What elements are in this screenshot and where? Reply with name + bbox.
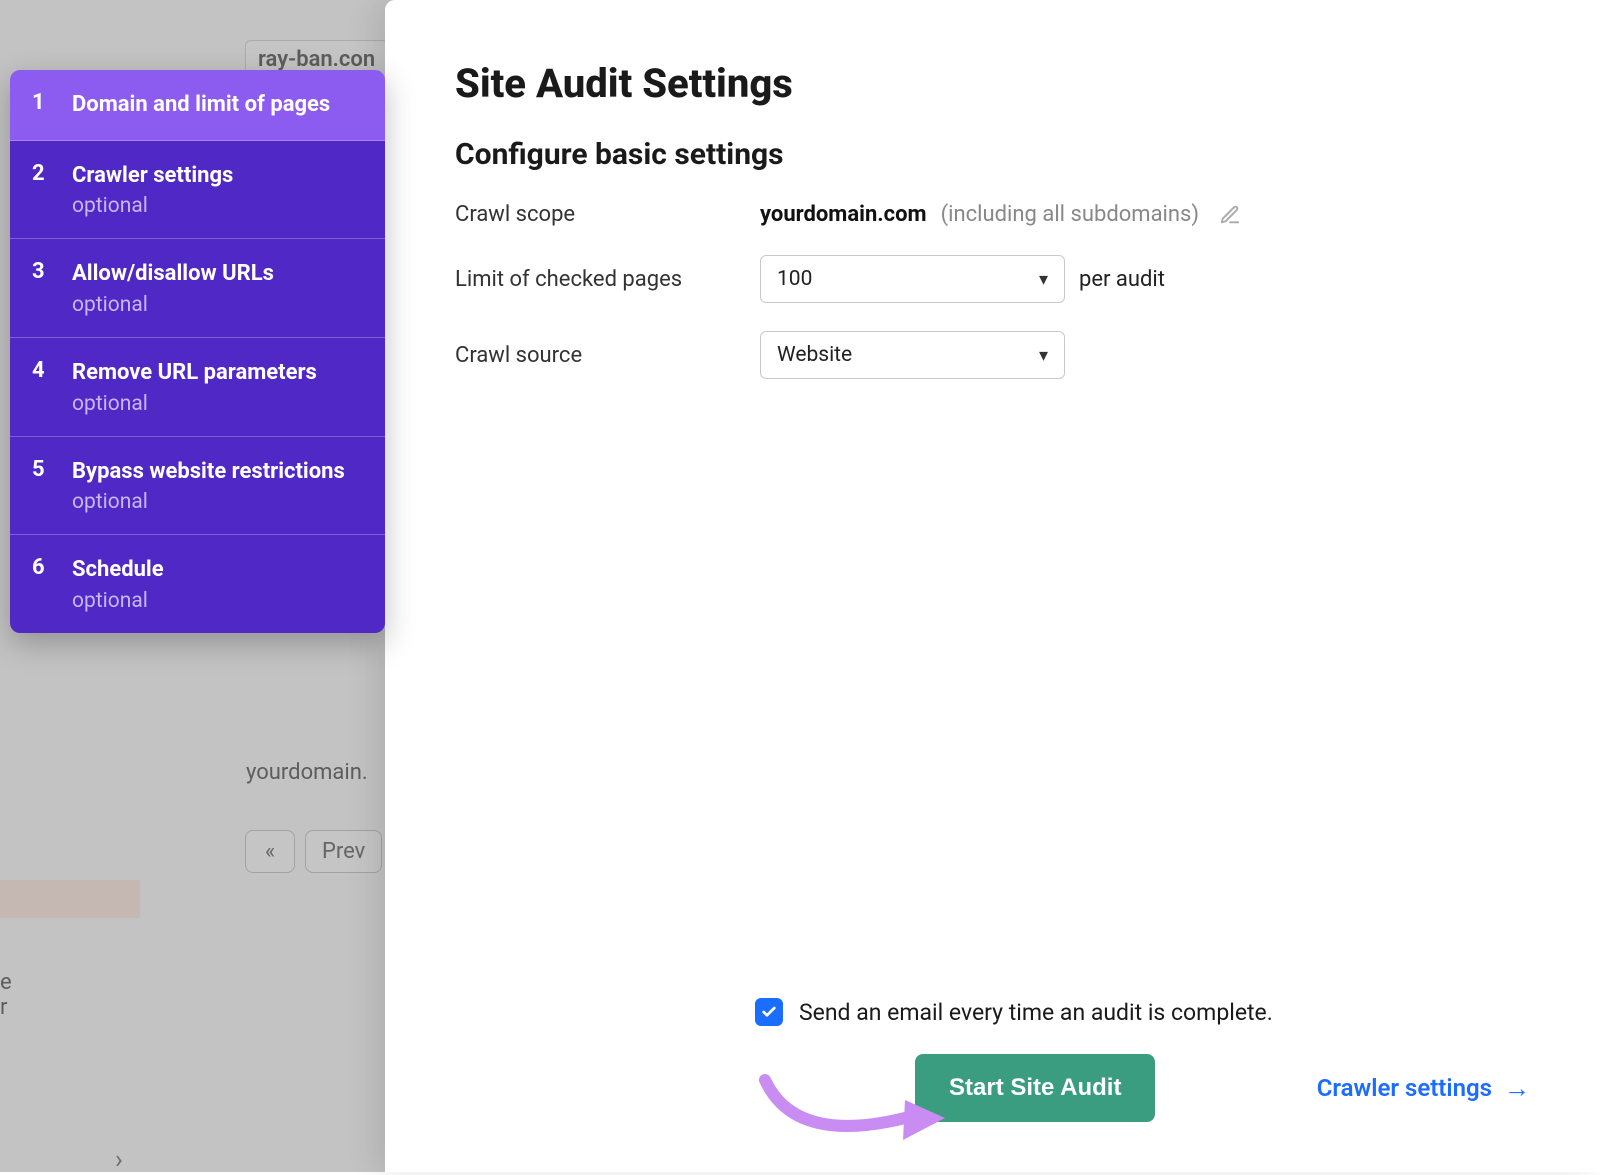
step-optional: optional <box>72 194 363 218</box>
settings-panel: Site Audit Settings Configure basic sett… <box>385 0 1600 1172</box>
step-optional: optional <box>72 392 363 416</box>
crawl-scope-row: Crawl scope yourdomain.com (including al… <box>455 202 1530 227</box>
step-title: Bypass website restrictions <box>72 457 363 487</box>
crawl-source-row: Crawl source Website ▾ <box>455 331 1530 379</box>
start-site-audit-button[interactable]: Start Site Audit <box>915 1054 1155 1122</box>
step-crawler-settings[interactable]: 2 Crawler settings optional <box>10 141 385 240</box>
limit-pages-suffix: per audit <box>1079 267 1165 292</box>
crawl-source-value: Website <box>777 343 852 367</box>
step-title: Schedule <box>72 555 363 585</box>
step-allow-disallow-urls[interactable]: 3 Allow/disallow URLs optional <box>10 239 385 338</box>
limit-pages-row: Limit of checked pages 100 ▾ per audit <box>455 255 1530 303</box>
email-notify-label: Send an email every time an audit is com… <box>799 999 1273 1026</box>
chevron-down-icon: ▾ <box>1039 345 1048 366</box>
step-optional: optional <box>72 490 363 514</box>
step-number: 1 <box>32 90 72 120</box>
step-number: 6 <box>32 555 72 613</box>
step-number: 2 <box>32 161 72 219</box>
crawl-source-label: Crawl source <box>455 343 760 368</box>
step-remove-url-parameters[interactable]: 4 Remove URL parameters optional <box>10 338 385 437</box>
step-schedule[interactable]: 6 Schedule optional <box>10 535 385 633</box>
limit-pages-value: 100 <box>777 267 812 291</box>
wizard-steps: 1 Domain and limit of pages 2 Crawler se… <box>10 70 385 633</box>
step-title: Domain and limit of pages <box>72 90 363 120</box>
crawl-scope-domain: yourdomain.com <box>760 202 927 227</box>
email-notify-row: Send an email every time an audit is com… <box>755 998 1530 1026</box>
panel-footer: Send an email every time an audit is com… <box>455 998 1530 1122</box>
page-title: Site Audit Settings <box>455 60 1530 107</box>
step-title: Allow/disallow URLs <box>72 259 363 289</box>
email-notify-checkbox[interactable] <box>755 998 783 1026</box>
step-number: 3 <box>32 259 72 317</box>
crawl-scope-note: (including all subdomains) <box>941 202 1199 227</box>
crawler-settings-link-label: Crawler settings <box>1317 1074 1492 1102</box>
step-domain-limit[interactable]: 1 Domain and limit of pages <box>10 70 385 141</box>
limit-pages-label: Limit of checked pages <box>455 267 760 292</box>
step-title: Remove URL parameters <box>72 358 363 388</box>
chevron-down-icon: ▾ <box>1039 269 1048 290</box>
edit-icon[interactable] <box>1219 204 1241 226</box>
step-optional: optional <box>72 293 363 317</box>
step-number: 5 <box>32 457 72 515</box>
step-number: 4 <box>32 358 72 416</box>
crawl-scope-label: Crawl scope <box>455 202 760 227</box>
step-optional: optional <box>72 589 363 613</box>
arrow-right-icon: → <box>1504 1073 1530 1104</box>
limit-pages-select[interactable]: 100 ▾ <box>760 255 1065 303</box>
crawler-settings-link[interactable]: Crawler settings → <box>1317 1073 1530 1104</box>
panel-actions: Start Site Audit Crawler settings → <box>455 1054 1530 1122</box>
crawl-source-select[interactable]: Website ▾ <box>760 331 1065 379</box>
section-title: Configure basic settings <box>455 137 1530 172</box>
step-bypass-restrictions[interactable]: 5 Bypass website restrictions optional <box>10 437 385 536</box>
step-title: Crawler settings <box>72 161 363 191</box>
